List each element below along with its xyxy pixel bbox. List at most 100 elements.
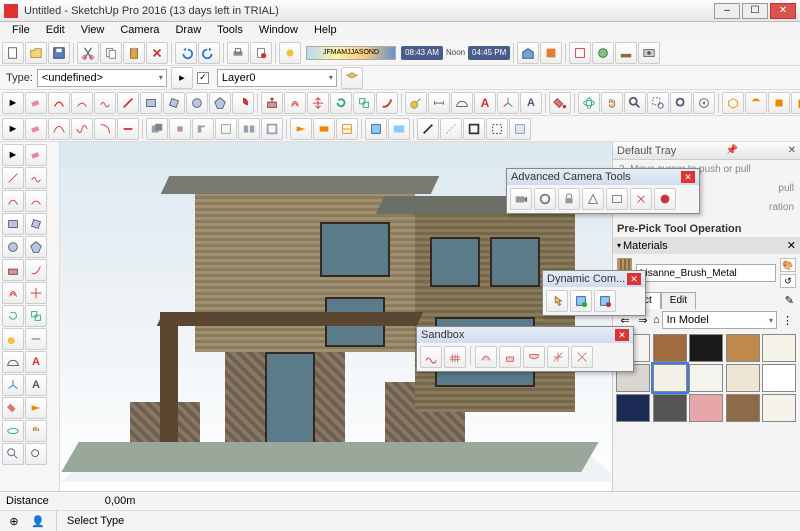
pushpull-icon[interactable]	[261, 92, 283, 114]
protractor-icon[interactable]	[451, 92, 473, 114]
material-name-input[interactable]	[636, 264, 776, 282]
layer-dropdown[interactable]: Layer0	[217, 69, 337, 87]
lt-select-icon[interactable]: ►	[2, 144, 24, 166]
type-apply-icon[interactable]: ▸	[171, 67, 193, 89]
dynamic-components-panel[interactable]: Dynamic Com...✕	[542, 270, 646, 316]
lt-protractor-icon[interactable]	[2, 351, 24, 373]
lt-offset-icon[interactable]	[2, 282, 24, 304]
dc-interact-icon[interactable]	[546, 290, 568, 312]
lt-section-icon[interactable]	[25, 397, 47, 419]
curve-a-icon[interactable]	[48, 118, 70, 140]
tray-pin-icon[interactable]: 📌	[726, 145, 738, 156]
lt-zoomext-icon[interactable]	[25, 443, 47, 465]
hidden-geometry-icon[interactable]	[486, 118, 508, 140]
pie-icon[interactable]	[232, 92, 254, 114]
component-icon[interactable]	[365, 118, 387, 140]
solid-union-icon[interactable]	[146, 118, 168, 140]
default-material-icon[interactable]: ↺	[780, 274, 796, 288]
scale-icon[interactable]	[353, 92, 375, 114]
section-plane-icon[interactable]	[290, 118, 312, 140]
menu-draw[interactable]: Draw	[167, 22, 209, 40]
eraser2-icon[interactable]	[25, 118, 47, 140]
layout-icon[interactable]	[569, 42, 591, 64]
shadow-time-start[interactable]: 08:43 AM	[401, 46, 443, 60]
lt-text-icon[interactable]: A	[25, 351, 47, 373]
lt-rotate-icon[interactable]	[2, 305, 24, 327]
lt-rectangle-icon[interactable]	[2, 213, 24, 235]
lt-scale-icon[interactable]	[25, 305, 47, 327]
previous-view-icon[interactable]	[693, 92, 715, 114]
section-cut-icon[interactable]	[336, 118, 358, 140]
create-material-icon[interactable]: 🎨	[780, 258, 796, 272]
sandbox-smoove-icon[interactable]	[475, 346, 497, 368]
pan-icon[interactable]	[601, 92, 623, 114]
solid-shell-icon[interactable]	[261, 118, 283, 140]
layer-manager-icon[interactable]	[341, 67, 363, 89]
model-info-icon[interactable]	[250, 42, 272, 64]
lt-eraser-icon[interactable]	[25, 144, 47, 166]
zoom-window-icon[interactable]	[647, 92, 669, 114]
arc2-icon[interactable]	[71, 92, 93, 114]
paint-bucket-icon[interactable]	[549, 92, 571, 114]
swatch-3[interactable]	[726, 334, 760, 362]
extension-warehouse-icon[interactable]	[540, 42, 562, 64]
cam-reset-icon[interactable]	[654, 188, 676, 210]
shadow-month-slider[interactable]: JFMAMJJASOND	[306, 46, 396, 60]
curve-c-icon[interactable]	[94, 118, 116, 140]
offset-icon[interactable]	[284, 92, 306, 114]
solid-subtract-icon[interactable]	[192, 118, 214, 140]
axes-icon[interactable]	[497, 92, 519, 114]
cam-create-icon[interactable]	[510, 188, 532, 210]
menu-edit[interactable]: Edit	[38, 22, 73, 40]
lt-circle-icon[interactable]	[2, 236, 24, 258]
toggle-terrain-icon[interactable]	[615, 42, 637, 64]
dc-options-icon[interactable]	[570, 290, 592, 312]
arc-icon[interactable]	[48, 92, 70, 114]
lt-freehand-icon[interactable]	[25, 167, 47, 189]
swatch-13[interactable]	[726, 394, 760, 422]
lt-paint-icon[interactable]	[2, 397, 24, 419]
lt-polygon-icon[interactable]	[25, 236, 47, 258]
menu-help[interactable]: Help	[306, 22, 345, 40]
cam-frustum-icon[interactable]	[582, 188, 604, 210]
solid-trim-icon[interactable]	[215, 118, 237, 140]
swatch-4[interactable]	[762, 334, 796, 362]
panel-close-icon[interactable]: ✕	[681, 171, 695, 183]
materials-close-icon[interactable]: ✕	[787, 239, 796, 252]
shadow-time-end[interactable]: 04:45 PM	[468, 46, 510, 60]
menu-camera[interactable]: Camera	[112, 22, 167, 40]
menu-window[interactable]: Window	[251, 22, 306, 40]
dc-attributes-icon[interactable]	[594, 290, 616, 312]
paste-icon[interactable]	[123, 42, 145, 64]
warehouse-icon[interactable]	[517, 42, 539, 64]
swatch-6[interactable]	[653, 364, 687, 392]
sandbox-adddetail-icon[interactable]	[547, 346, 569, 368]
line-icon[interactable]	[117, 92, 139, 114]
cam-volume-icon[interactable]	[606, 188, 628, 210]
sandbox-fromcontours-icon[interactable]	[420, 346, 442, 368]
zoom-extents-icon[interactable]	[670, 92, 692, 114]
swatch-14[interactable]	[762, 394, 796, 422]
select2-icon[interactable]: ►	[2, 118, 24, 140]
curve-d-icon[interactable]	[117, 118, 139, 140]
xray-icon[interactable]	[509, 118, 531, 140]
delete-icon[interactable]	[146, 42, 168, 64]
back-edges-icon[interactable]	[440, 118, 462, 140]
panel-close-icon[interactable]: ✕	[627, 273, 641, 285]
polygon-icon[interactable]	[209, 92, 231, 114]
curve-b-icon[interactable]	[71, 118, 93, 140]
top-icon[interactable]	[745, 92, 767, 114]
swatch-10[interactable]	[616, 394, 650, 422]
circle-icon[interactable]	[186, 92, 208, 114]
eyedropper-icon[interactable]: ✎	[781, 292, 798, 309]
tape-measure-icon[interactable]	[405, 92, 427, 114]
copy-icon[interactable]	[100, 42, 122, 64]
lt-pan-icon[interactable]	[25, 420, 47, 442]
swatch-2[interactable]	[689, 334, 723, 362]
lt-orbit-icon[interactable]	[2, 420, 24, 442]
cam-lock-icon[interactable]	[558, 188, 580, 210]
followme-icon[interactable]	[376, 92, 398, 114]
materials-header[interactable]: Materials✕	[613, 237, 800, 254]
new-file-icon[interactable]	[2, 42, 24, 64]
select-icon[interactable]: ►	[2, 92, 24, 114]
